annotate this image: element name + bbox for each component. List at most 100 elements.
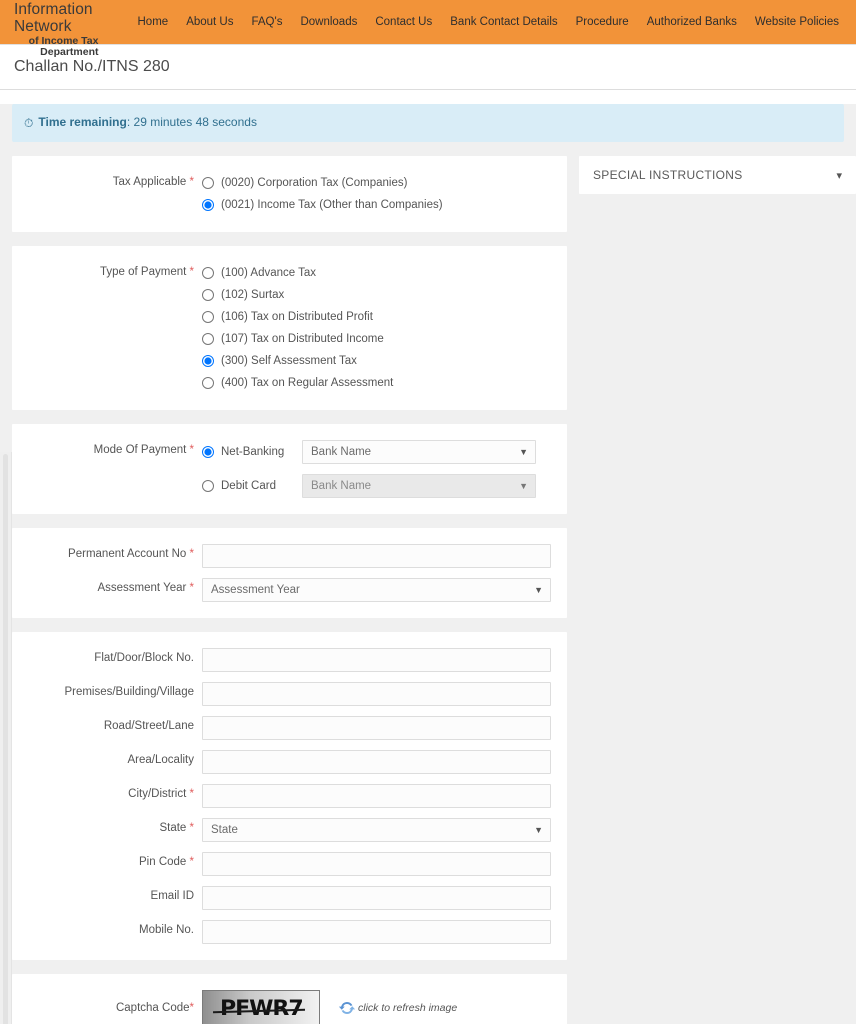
- assessment-year-label: Assessment Year *: [12, 578, 202, 595]
- email-id-row: Email ID: [12, 886, 567, 910]
- assessment-year-select[interactable]: Assessment Year ▼: [202, 578, 551, 602]
- chevron-down-icon[interactable]: ▾: [836, 169, 842, 182]
- radio-label-type-of-payment-300: (300) Self Assessment Tax: [221, 355, 357, 367]
- nav-item-contact-us[interactable]: Contact Us: [366, 16, 441, 28]
- required-marker: *: [190, 176, 194, 188]
- radio-input-tax-applicable-0021[interactable]: [202, 199, 214, 211]
- pan-label-text: Permanent Account No: [68, 548, 186, 560]
- type-of-payment-options: (100) Advance Tax (102) Surtax (106) Tax…: [202, 262, 567, 394]
- required-marker: *: [190, 856, 194, 868]
- netbanking-bank-select-value: Bank Name: [311, 446, 371, 458]
- type-of-payment-row: Type of Payment * (100) Advance Tax (102…: [12, 262, 567, 394]
- brand-subtitle: of Income Tax Department: [14, 36, 101, 58]
- radio-label-tax-applicable-0021: (0021) Income Tax (Other than Companies): [221, 199, 443, 211]
- radio-input-mode-netbanking[interactable]: [202, 446, 214, 458]
- radio-type-of-payment-300[interactable]: (300) Self Assessment Tax: [202, 350, 551, 372]
- nav-item-faqs[interactable]: FAQ's: [243, 16, 292, 28]
- radio-input-mode-debitcard[interactable]: [202, 480, 214, 492]
- radio-label-mode-netbanking: Net-Banking: [221, 446, 284, 458]
- chevron-down-icon: ▼: [519, 441, 528, 463]
- nav-item-authorized-banks[interactable]: Authorized Banks: [638, 16, 746, 28]
- area-locality-row: Area/Locality: [12, 750, 567, 774]
- mode-of-payment-card: Mode Of Payment * Net-Banking Bank Name: [12, 424, 567, 514]
- tax-applicable-row: Tax Applicable * (0020) Corporation Tax …: [12, 172, 567, 216]
- state-control: State ▼: [202, 818, 567, 842]
- captcha-control: PFWR7 click to refresh image: [202, 990, 567, 1024]
- area-locality-input[interactable]: [202, 750, 551, 774]
- clock-icon: ⏱: [24, 116, 33, 131]
- premises-building-village-input[interactable]: [202, 682, 551, 706]
- radio-input-type-of-payment-300[interactable]: [202, 355, 214, 367]
- city-district-label-text: City/District: [128, 788, 186, 800]
- nav-item-about-us[interactable]: About Us: [177, 16, 242, 28]
- special-instructions-title: SPECIAL INSTRUCTIONS: [593, 168, 743, 182]
- radio-input-type-of-payment-106[interactable]: [202, 311, 214, 323]
- tax-applicable-label: Tax Applicable *: [12, 172, 202, 189]
- special-instructions-panel[interactable]: SPECIAL INSTRUCTIONS ▾: [579, 156, 856, 194]
- radio-label-type-of-payment-102: (102) Surtax: [221, 289, 284, 301]
- email-id-label-text: Email ID: [151, 890, 194, 902]
- mobile-no-row: Mobile No.: [12, 920, 567, 944]
- tax-applicable-label-text: Tax Applicable: [113, 176, 187, 188]
- radio-type-of-payment-400[interactable]: (400) Tax on Regular Assessment: [202, 372, 551, 394]
- flat-door-block-label-text: Flat/Door/Block No.: [94, 652, 194, 664]
- captcha-image-text: PFWR7: [220, 996, 303, 1020]
- captcha-wrapper: PFWR7 click to refresh image: [202, 990, 551, 1024]
- address-card: Flat/Door/Block No. Premises/Building/Vi…: [12, 632, 567, 960]
- nav-item-website-policies[interactable]: Website Policies: [746, 16, 848, 28]
- flat-door-block-row: Flat/Door/Block No.: [12, 648, 567, 672]
- radio-tax-applicable-0021[interactable]: (0021) Income Tax (Other than Companies): [202, 194, 551, 216]
- radio-mode-debitcard[interactable]: Debit Card: [202, 480, 302, 492]
- radio-input-type-of-payment-107[interactable]: [202, 333, 214, 345]
- tax-applicable-card: Tax Applicable * (0020) Corporation Tax …: [12, 156, 567, 232]
- refresh-icon[interactable]: [338, 999, 356, 1017]
- left-scrollbar[interactable]: [0, 452, 12, 1024]
- required-marker: *: [190, 444, 194, 456]
- pan-input[interactable]: [202, 544, 551, 568]
- email-id-input[interactable]: [202, 886, 551, 910]
- time-remaining-value: 29 minutes 48 seconds: [134, 115, 257, 129]
- radio-type-of-payment-100[interactable]: (100) Advance Tax: [202, 262, 551, 284]
- nav-item-home[interactable]: Home: [129, 16, 178, 28]
- radio-type-of-payment-106[interactable]: (106) Tax on Distributed Profit: [202, 306, 551, 328]
- required-marker: *: [190, 548, 194, 560]
- premises-building-village-row: Premises/Building/Village: [12, 682, 567, 706]
- radio-label-type-of-payment-100: (100) Advance Tax: [221, 267, 316, 279]
- site-header: Tax Information Network of Income Tax De…: [0, 0, 856, 45]
- captcha-card: Captcha Code* PFWR7: [12, 974, 567, 1024]
- required-marker: *: [190, 822, 194, 834]
- flat-door-block-input[interactable]: [202, 648, 551, 672]
- time-remaining-label: Time remaining: [38, 115, 126, 129]
- state-row: State * State ▼: [12, 818, 567, 842]
- city-district-input[interactable]: [202, 784, 551, 808]
- email-id-control: [202, 886, 567, 910]
- email-id-label: Email ID: [12, 886, 202, 903]
- road-street-lane-label: Road/Street/Lane: [12, 716, 202, 733]
- captcha-refresh-button[interactable]: click to refresh image: [338, 999, 457, 1017]
- state-select[interactable]: State ▼: [202, 818, 551, 842]
- radio-mode-netbanking[interactable]: Net-Banking: [202, 446, 302, 458]
- radio-label-type-of-payment-107: (107) Tax on Distributed Income: [221, 333, 384, 345]
- nav-item-bank-contact-details[interactable]: Bank Contact Details: [441, 16, 566, 28]
- pin-code-input[interactable]: [202, 852, 551, 876]
- road-street-lane-input[interactable]: [202, 716, 551, 740]
- radio-input-tax-applicable-0020[interactable]: [202, 177, 214, 189]
- nav-item-downloads[interactable]: Downloads: [291, 16, 366, 28]
- radio-input-type-of-payment-100[interactable]: [202, 267, 214, 279]
- netbanking-bank-select[interactable]: Bank Name ▼: [302, 440, 536, 464]
- pin-code-label-text: Pin Code: [139, 856, 186, 868]
- radio-input-type-of-payment-400[interactable]: [202, 377, 214, 389]
- site-logo: Tax Information Network of Income Tax De…: [14, 0, 111, 58]
- radio-type-of-payment-102[interactable]: (102) Surtax: [202, 284, 551, 306]
- radio-type-of-payment-107[interactable]: (107) Tax on Distributed Income: [202, 328, 551, 350]
- left-scrollbar-thumb[interactable]: [3, 454, 8, 1024]
- mobile-no-input[interactable]: [202, 920, 551, 944]
- main-navigation: Home About Us FAQ's Downloads Contact Us…: [129, 16, 849, 28]
- radio-tax-applicable-0020[interactable]: (0020) Corporation Tax (Companies): [202, 172, 551, 194]
- radio-input-type-of-payment-102[interactable]: [202, 289, 214, 301]
- city-district-control: [202, 784, 567, 808]
- time-remaining-separator: :: [127, 115, 134, 129]
- required-marker: *: [190, 582, 194, 594]
- road-street-lane-label-text: Road/Street/Lane: [104, 720, 194, 732]
- nav-item-procedure[interactable]: Procedure: [567, 16, 638, 28]
